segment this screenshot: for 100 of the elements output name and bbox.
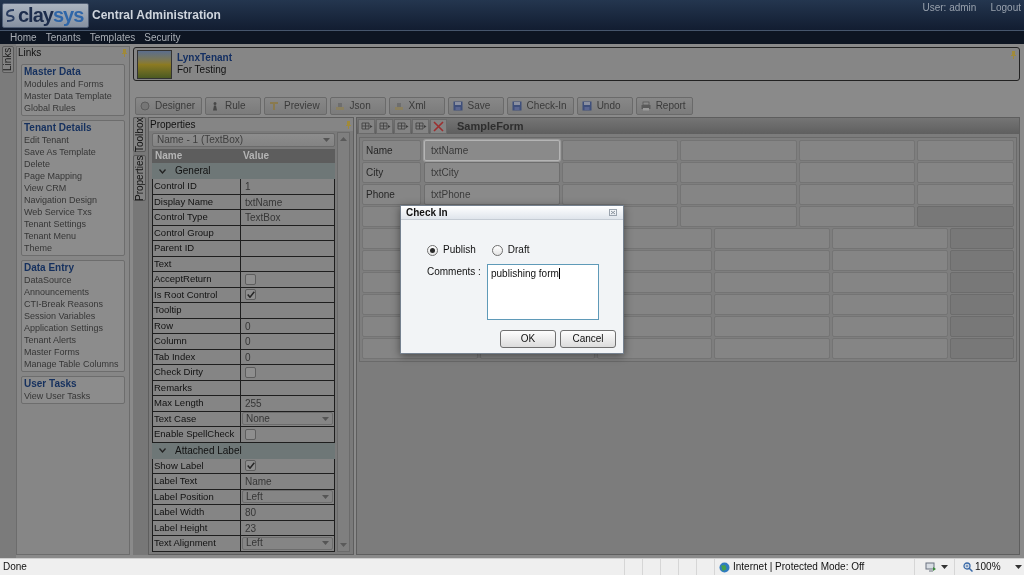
panel-title: Links [18, 47, 42, 59]
grid-tool-button[interactable] [412, 118, 429, 134]
value-dropdown[interactable]: Left [242, 536, 333, 550]
link-item[interactable]: Global Rules [24, 102, 122, 114]
link-item[interactable]: Navigation Design [24, 194, 122, 206]
tenant-description: For Testing [177, 64, 228, 76]
letter-t-icon [269, 100, 280, 111]
link-item[interactable]: Announcements [24, 286, 122, 298]
link-item[interactable]: Master Forms [24, 346, 122, 358]
printer-icon [640, 100, 651, 111]
property-name: Label Text [153, 474, 241, 489]
nav-link[interactable]: Home [10, 31, 37, 44]
photo-placeholder [137, 49, 172, 79]
side-tab[interactable]: Toolbox [133, 117, 146, 152]
toolbar-button[interactable]: Preview [264, 96, 327, 115]
column-header: Name [154, 150, 184, 162]
up-arrow-icon [340, 137, 347, 141]
nav-link[interactable]: Security [144, 31, 181, 44]
cancel-button[interactable]: Cancel [560, 330, 616, 348]
link-item[interactable]: Theme [24, 242, 122, 254]
checkbox[interactable] [245, 366, 256, 378]
vertical-scrollbar[interactable] [337, 132, 350, 552]
caret-icon [322, 541, 329, 546]
text-field[interactable]: txtCity [424, 162, 560, 183]
link-item[interactable]: Application Settings [24, 322, 122, 334]
grid-arrow-icon [360, 121, 373, 131]
link-item[interactable]: Master Data Template [24, 90, 122, 102]
radio-button[interactable] [427, 244, 438, 256]
link-item[interactable]: Manage Table Columns [24, 358, 122, 370]
text-cursor [558, 268, 560, 279]
link-item[interactable]: View CRM [24, 182, 122, 194]
check-icon [246, 462, 255, 470]
grid-tool-button[interactable] [394, 118, 411, 134]
value-dropdown[interactable]: Left [242, 490, 333, 504]
toolbar-button[interactable]: Save [447, 96, 504, 115]
text-field[interactable]: txtPhone [424, 184, 560, 205]
nav-link[interactable]: Tenants [45, 31, 81, 44]
link-item[interactable]: Tenant Settings [24, 218, 122, 230]
toolbar-button[interactable]: Xml [388, 96, 445, 115]
checkbox[interactable] [245, 460, 256, 472]
text-field[interactable]: txtName [424, 140, 560, 161]
zone-text: Internet | Protected Mode: Off [733, 561, 865, 573]
close-button[interactable] [609, 209, 617, 216]
toolbar-button[interactable]: Json [329, 96, 386, 115]
value-dropdown[interactable]: None [242, 412, 333, 426]
property-name: Control ID [153, 179, 241, 194]
link-item[interactable]: DataSource [24, 274, 122, 286]
checkbox[interactable] [245, 428, 256, 440]
grid-tool-button[interactable] [376, 118, 393, 134]
property-value: TextBox [241, 210, 334, 225]
radio-option[interactable]: Publish [427, 244, 476, 256]
property-name: Label Width [153, 505, 241, 520]
link-item[interactable]: Tenant Alerts [24, 334, 122, 346]
comments-field[interactable]: publishing form [487, 264, 599, 320]
checkbox[interactable] [245, 273, 256, 285]
property-value: 1 [241, 179, 334, 194]
link-item[interactable]: Tenant Menu [24, 230, 122, 242]
field-label: Name [362, 140, 421, 161]
app-title: Central Administration [92, 9, 221, 21]
toolbar-button[interactable]: Rule [205, 96, 262, 115]
group-heading: Data Entry [24, 262, 75, 274]
checkbox[interactable] [245, 289, 256, 301]
logout-link[interactable]: Logout [990, 2, 1021, 14]
toolbar-button[interactable]: Report [635, 96, 693, 115]
field-label: Phone [362, 184, 421, 205]
link-item[interactable]: Page Mapping [24, 170, 122, 182]
radio-button[interactable] [491, 244, 503, 256]
link-item[interactable]: Save As Template [24, 146, 122, 158]
delete-button[interactable] [430, 118, 447, 134]
link-item[interactable]: CTI-Break Reasons [24, 298, 122, 310]
caret-icon [322, 416, 329, 421]
property-value: 80 [241, 505, 334, 520]
nav-link[interactable]: Templates [89, 31, 136, 44]
toolbar-button[interactable]: Undo [576, 96, 633, 115]
property-name: Column [153, 334, 241, 349]
section-header[interactable]: General [152, 163, 335, 179]
property-name: AcceptReturn [153, 272, 241, 287]
tenant-name: LynxTenant [177, 52, 232, 64]
link-item[interactable]: Web Service Txs [24, 206, 122, 218]
ok-button[interactable]: OK [500, 330, 556, 348]
link-item[interactable]: Modules and Forms [24, 78, 122, 90]
toolbar-button[interactable]: Designer [135, 96, 203, 115]
side-tab[interactable]: Links [2, 46, 14, 73]
circle-icon [140, 100, 150, 111]
link-item[interactable]: Edit Tenant [24, 134, 122, 146]
cross-icon [433, 120, 444, 132]
pin-icon [122, 49, 127, 57]
close-icon [609, 209, 617, 216]
link-item[interactable]: Delete [24, 158, 122, 170]
property-value: 255 [241, 396, 334, 411]
link-item[interactable]: Session Variables [24, 310, 122, 322]
side-tab[interactable]: Properties [133, 155, 146, 201]
toolbar-button[interactable]: Check-In [506, 96, 574, 115]
radio-option[interactable]: Draft [491, 244, 530, 256]
caret-icon [323, 138, 330, 142]
down-arrow-icon [340, 543, 347, 547]
grid-tool-button[interactable] [358, 118, 375, 134]
caret-icon [941, 565, 948, 569]
link-item[interactable]: View User Tasks [24, 390, 122, 402]
component-dropdown[interactable]: Name - 1 (TextBox) [152, 133, 335, 147]
